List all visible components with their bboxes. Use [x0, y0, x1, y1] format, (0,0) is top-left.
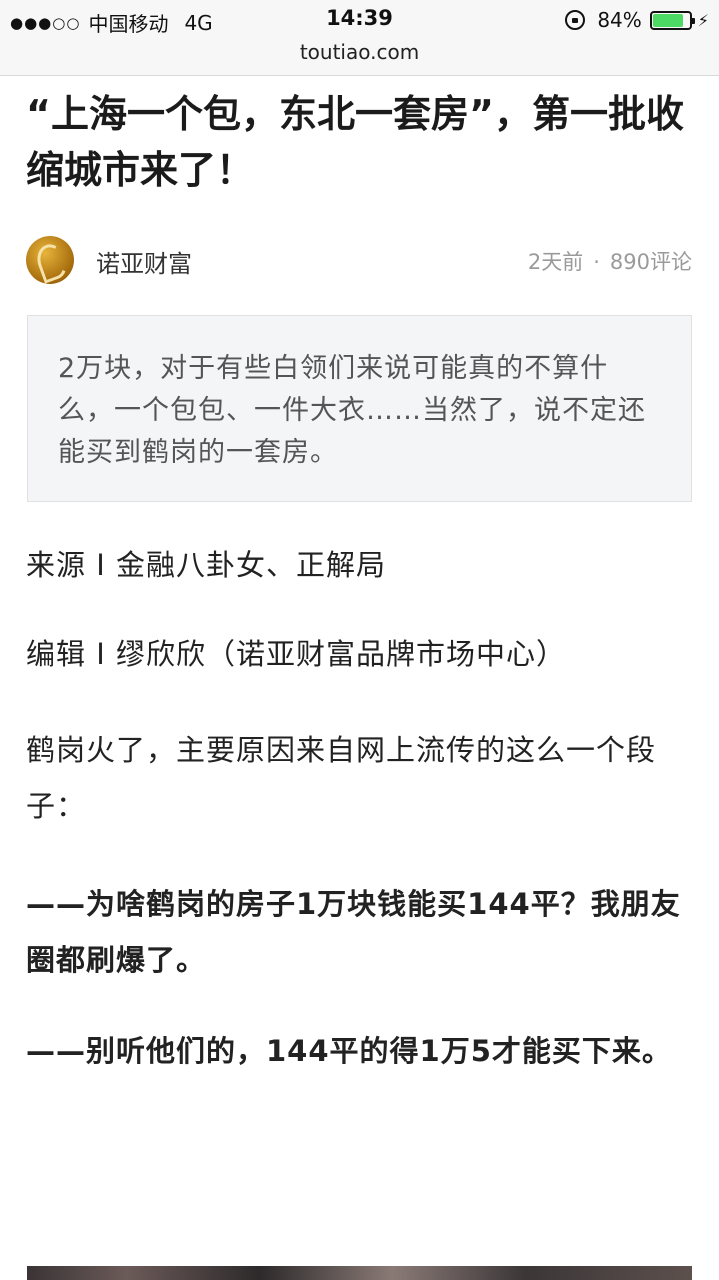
article-editor: 编辑 I 缪欣欣（诺亚财富品牌市场中心） [26, 637, 566, 671]
author-avatar[interactable] [26, 236, 74, 284]
author-row: 诺亚财富 2天前 · 890评论 [26, 236, 692, 284]
publish-time: 2天前 [527, 250, 584, 274]
status-bar: ●●●○○ 中国移动 4G 14:39 84% ⚡︎ toutiao.com [0, 0, 719, 76]
article-quote-answer: ——别听他们的，144平的得1万5才能买下来。 [26, 1034, 672, 1068]
meta-separator: · [593, 250, 600, 274]
battery-percent: 84% [597, 8, 642, 32]
battery-icon [649, 10, 695, 30]
orientation-lock-icon [565, 10, 586, 30]
article-paragraph: 鹤岗火了，主要原因来自网上流传的这么一个段子： [26, 733, 657, 823]
article-image[interactable] [27, 1266, 692, 1280]
article-quote-question: ——为啥鹤岗的房子1万块钱能买144平？我朋友圈都刷爆了。 [26, 887, 681, 977]
status-right: 84% ⚡︎ [565, 8, 709, 32]
article-summary: 2万块，对于有些白领们来说可能真的不算什么，一个包包、一件大衣……当然了，说不定… [27, 315, 692, 502]
comment-count[interactable]: 890评论 [610, 250, 692, 274]
charging-bolt-icon: ⚡︎ [697, 10, 709, 30]
url-bar[interactable]: toutiao.com [0, 40, 719, 64]
author-name[interactable]: 诺亚财富 [96, 244, 192, 279]
article-meta: 2天前 · 890评论 [528, 246, 692, 276]
battery-fill [652, 13, 683, 27]
article-source: 来源 I 金融八卦女、正解局 [26, 548, 386, 582]
avatar-logo-icon [32, 240, 72, 284]
article-title: “上海一个包，东北一套房”，第一批收缩城市来了！ [26, 92, 684, 192]
